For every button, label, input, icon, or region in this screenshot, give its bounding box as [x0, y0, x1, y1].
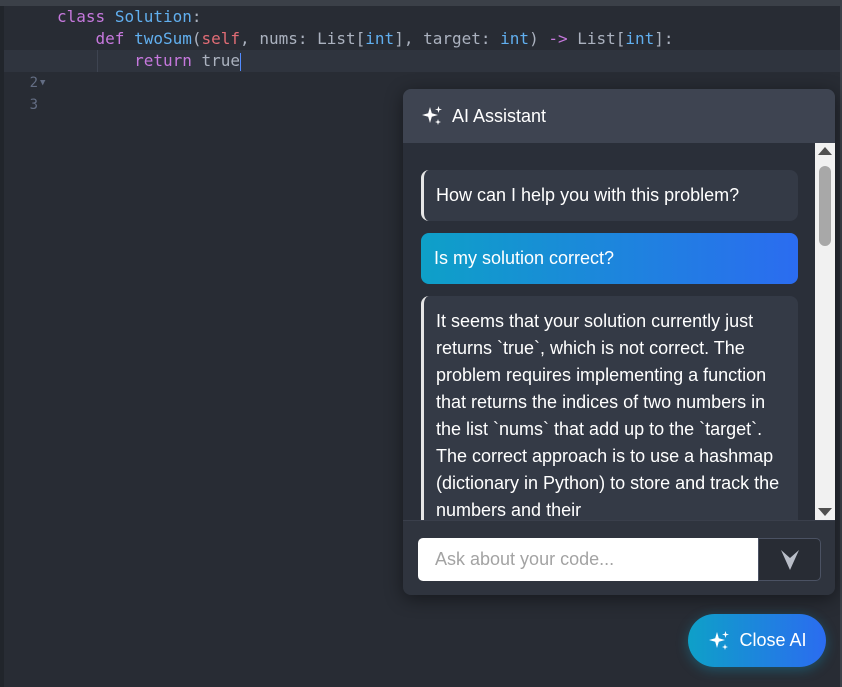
code-text: ]:	[654, 29, 674, 48]
sparkle-icon	[709, 630, 730, 650]
function-name: twoSum	[134, 29, 192, 48]
message-list[interactable]: How can I help you with this problem? Is…	[403, 143, 815, 520]
code-text: true	[191, 51, 241, 70]
close-ai-label: Close AI	[739, 630, 807, 650]
close-ai-button[interactable]: Close AI	[688, 614, 826, 667]
ai-assistant-panel: AI Assistant How can I help you with thi…	[403, 89, 835, 595]
self-param: self	[201, 29, 241, 48]
type-name: int	[365, 29, 395, 48]
code-line[interactable]: 2 ▼ def twoSum(self, nums: List[int], ta…	[4, 28, 840, 91]
keyword: return	[134, 51, 192, 70]
class-name: Solution	[114, 7, 192, 26]
message-scrollbar[interactable]	[815, 143, 835, 520]
panel-header: AI Assistant	[403, 89, 835, 143]
code-line[interactable]: 1 ▼ class Solution:	[4, 6, 840, 69]
indent-guide	[97, 50, 98, 72]
type-name: int	[500, 29, 530, 48]
scrollbar-thumb[interactable]	[819, 166, 831, 246]
send-button[interactable]	[758, 538, 821, 581]
code-text: ], target:	[394, 29, 501, 48]
scroll-up-icon[interactable]	[818, 147, 832, 155]
arrow-operator: ->	[548, 29, 568, 48]
punctuation: (	[191, 29, 202, 48]
user-message: Is my solution correct?	[421, 233, 798, 284]
gutter: 3	[4, 94, 48, 116]
code-text: )	[529, 29, 549, 48]
panel-title: AI Assistant	[452, 105, 547, 126]
code-text: List[	[567, 29, 626, 48]
text-cursor	[240, 52, 242, 71]
line-number: 3	[29, 97, 38, 113]
code-text: , nums: List[	[240, 29, 366, 48]
code-line-active[interactable]: 3 return true	[4, 50, 840, 113]
punctuation: :	[191, 7, 202, 26]
assistant-message: How can I help you with this problem?	[421, 170, 798, 221]
chat-input-bar	[403, 520, 835, 595]
keyword: class	[57, 7, 106, 26]
type-name: int	[625, 29, 655, 48]
chat-input[interactable]	[418, 538, 758, 581]
scroll-down-icon[interactable]	[818, 508, 832, 516]
keyword: def	[95, 29, 125, 48]
sparkle-icon	[422, 106, 442, 125]
assistant-message: It seems that your solution currently ju…	[421, 296, 798, 520]
send-arrow-icon	[780, 549, 799, 570]
